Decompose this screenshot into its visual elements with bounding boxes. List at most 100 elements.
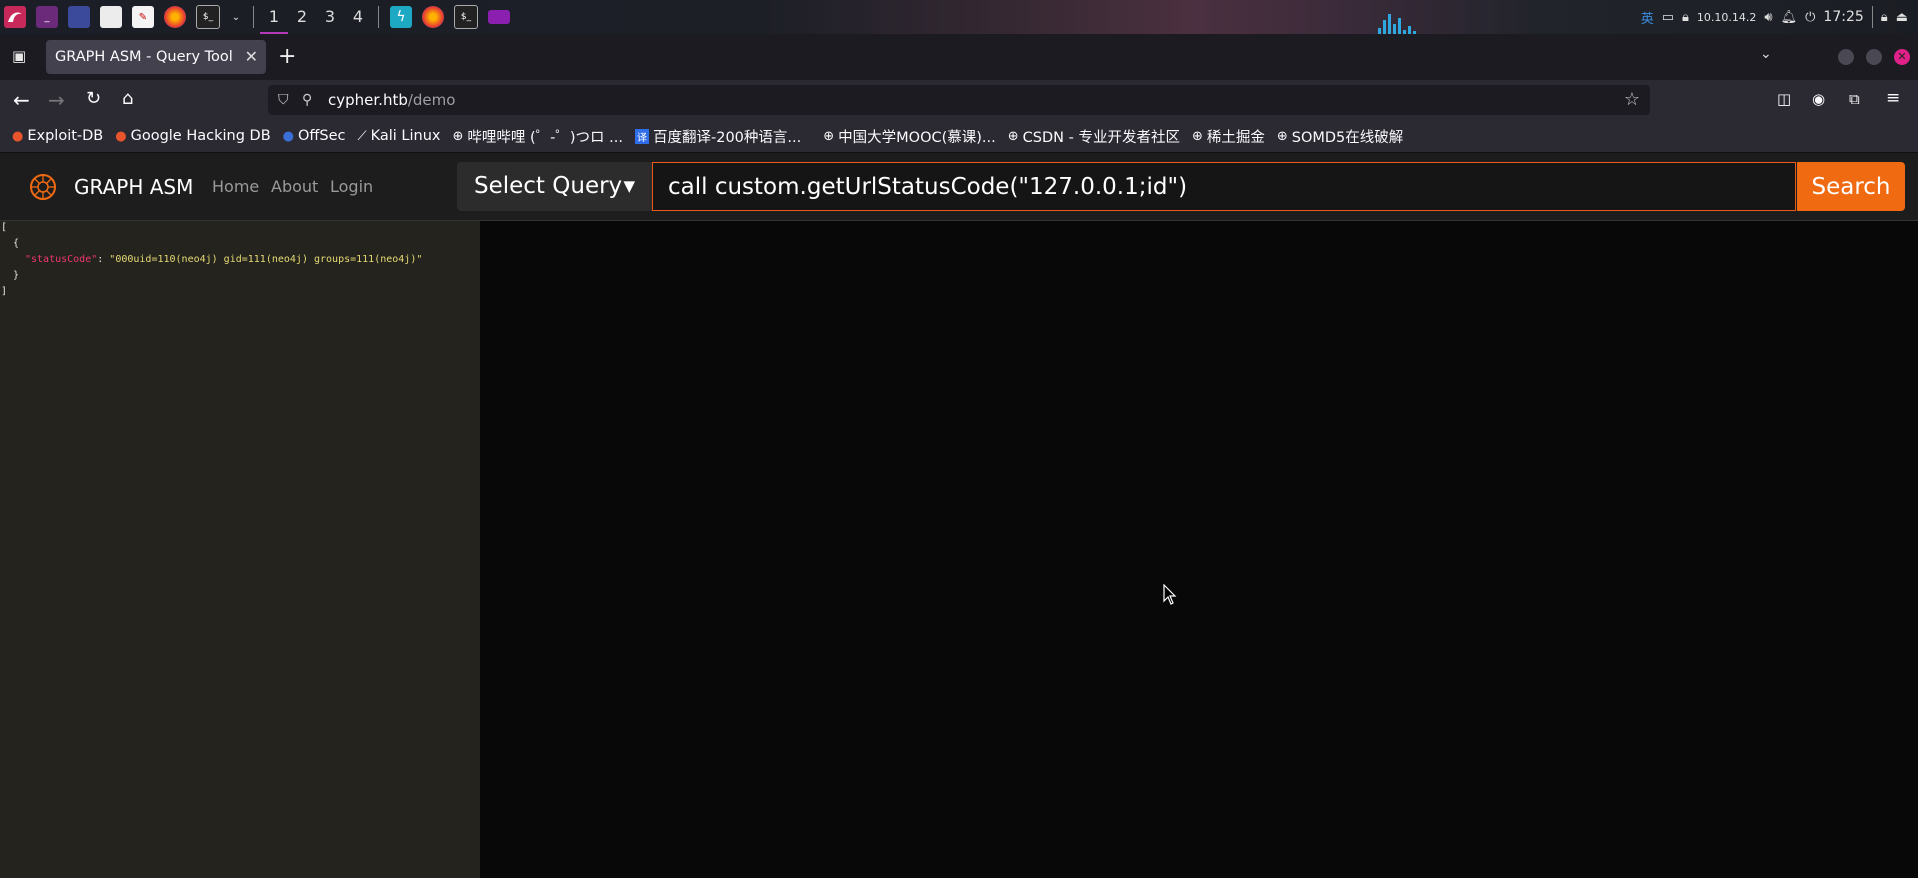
kali-icon: ⟋ xyxy=(357,128,367,144)
search-button[interactable]: Search xyxy=(1797,162,1905,211)
volume-icon[interactable]: 🔊︎ xyxy=(1764,10,1772,25)
offsec-icon: ● xyxy=(282,128,294,144)
json-open-brace: { xyxy=(13,238,20,249)
json-entry: "statusCode": "000uid=110(neo4j) gid=111… xyxy=(25,254,422,265)
mouse-pointer-icon xyxy=(1163,584,1177,605)
workspace-3[interactable]: 3 xyxy=(316,0,344,34)
bookmark-baidu-translate[interactable]: 译百度翻译-200种语言... xyxy=(634,126,801,147)
brand[interactable]: GRAPH ASM xyxy=(28,172,193,202)
list-tabs-chevron-icon[interactable]: ⌄ xyxy=(1760,46,1772,62)
lock-screen-icon[interactable]: 🔒︎ xyxy=(1881,10,1888,25)
tab-overview-icon[interactable]: ▣ xyxy=(12,47,26,65)
globe-icon: ⊕ xyxy=(1007,128,1019,144)
new-tab-button[interactable]: + xyxy=(278,44,296,69)
graph-canvas[interactable] xyxy=(480,221,1918,878)
bookmark-google-hacking-db[interactable]: ● Google Hacking DB xyxy=(115,128,270,144)
bookmark-somd5[interactable]: ⊕ SOMD5在线破解 xyxy=(1277,126,1403,147)
caret-down-icon: ▼ xyxy=(623,177,635,195)
panel-separator xyxy=(253,6,254,28)
vpn-ip-label: 10.10.14.2 xyxy=(1696,10,1757,24)
nav-home[interactable]: Home xyxy=(212,177,259,196)
json-open-bracket: [ xyxy=(1,222,8,233)
maximize-window-button[interactable] xyxy=(1866,49,1882,65)
json-close-bracket: ] xyxy=(1,286,8,297)
system-tray: 英 ▭ 🔒︎ 10.10.14.2 🔊︎ 🔔︎ ⏻ 17:25 🔒︎ ⏏ xyxy=(1641,0,1918,34)
panel-separator xyxy=(1871,6,1873,28)
extensions-puzzle-icon[interactable]: ⧉ xyxy=(1849,90,1860,108)
tab-graph-asm[interactable]: GRAPH ASM - Query Tool ✕ xyxy=(46,40,266,74)
close-tab-icon[interactable]: ✕ xyxy=(245,47,258,66)
browser-nav-bar: ← → ↻ ⌂ ⛉ ⚲ cypher.htb/demo ☆ ◫ ◉ ⧉ ≡ xyxy=(0,80,1918,120)
ime-indicator[interactable]: 英 xyxy=(1641,8,1654,27)
workspace-2[interactable]: 2 xyxy=(288,0,316,34)
globe-icon: ⊕ xyxy=(823,128,835,144)
audio-visualizer xyxy=(1378,10,1416,34)
brand-name: GRAPH ASM xyxy=(74,175,194,199)
bookmark-csdn[interactable]: ⊕ CSDN - 专业开发者社区 xyxy=(1008,126,1180,147)
terminal-icon[interactable]: $_ xyxy=(196,5,220,29)
os-top-panel: _ ✎ $_ ⌄ 1 2 3 4 ϟ $_ 英 ▭ 🔒︎ 10.10.14.2 … xyxy=(0,0,1918,34)
firefox-icon[interactable] xyxy=(164,6,186,28)
file-manager-icon[interactable] xyxy=(100,6,122,28)
exploit-db-icon: ● xyxy=(12,128,24,144)
globe-icon: ⊕ xyxy=(1191,128,1203,144)
bookmark-juejin[interactable]: ⊕ 稀土掘金 xyxy=(1192,126,1265,147)
bookmark-kali-linux[interactable]: ⟋ Kali Linux xyxy=(358,128,441,144)
forward-icon[interactable]: → xyxy=(48,88,65,112)
terminal-purple-icon[interactable]: _ xyxy=(36,6,58,28)
bookmarks-bar: ● Exploit-DB ● Google Hacking DB ● OffSec ⟋… xyxy=(0,120,1918,153)
json-close-brace: } xyxy=(13,270,20,281)
nav-about[interactable]: About xyxy=(271,177,318,196)
minimize-window-button[interactable] xyxy=(1838,49,1854,65)
globe-icon: ⊕ xyxy=(452,128,464,144)
workspace-1[interactable]: 1 xyxy=(260,0,288,34)
json-key: "statusCode" xyxy=(25,254,98,265)
extension-icon[interactable]: ◉ xyxy=(1812,90,1825,108)
site-info-icon[interactable]: ⚲ xyxy=(302,85,312,115)
tracking-shield-icon[interactable]: ⛉ xyxy=(278,85,289,115)
workspace-4[interactable]: 4 xyxy=(344,0,372,34)
query-input[interactable] xyxy=(652,162,1796,211)
json-colon: : xyxy=(97,254,110,265)
burp-suite-icon[interactable]: ϟ xyxy=(390,6,412,28)
nav-login[interactable]: Login xyxy=(330,177,373,196)
url-host: cypher.htb xyxy=(328,91,408,109)
kali-menu-icon[interactable] xyxy=(4,6,26,28)
ghdb-icon: ● xyxy=(115,128,127,144)
clock[interactable]: 17:25 xyxy=(1823,9,1863,25)
reload-icon[interactable]: ↻ xyxy=(86,88,101,109)
browser-tab-bar: ▣ GRAPH ASM - Query Tool ✕ + ⌄ ✕ xyxy=(0,34,1918,80)
firefox-task-icon[interactable] xyxy=(422,6,444,28)
vpn-lock-icon[interactable]: 🔒︎ xyxy=(1682,10,1689,25)
json-result-panel: [ { "statusCode": "000uid=110(neo4j) gid… xyxy=(0,221,480,878)
close-window-button[interactable]: ✕ xyxy=(1894,49,1910,65)
bookmark-bilibili[interactable]: ⊕ 哔哩哔哩 (゜-゜)つロ ... xyxy=(452,126,623,147)
graph-logo-icon xyxy=(30,174,56,200)
back-icon[interactable]: ← xyxy=(13,88,30,112)
pocket-icon[interactable]: ◫ xyxy=(1777,90,1791,108)
bookmark-offsec[interactable]: ● OffSec xyxy=(283,128,346,144)
bookmark-star-icon[interactable]: ☆ xyxy=(1624,85,1640,115)
url-bar[interactable]: ⛉ ⚲ cypher.htb/demo ☆ xyxy=(268,85,1650,115)
terminal-task-icon[interactable]: $_ xyxy=(454,5,478,29)
home-icon[interactable]: ⌂ xyxy=(122,88,133,109)
power-icon[interactable]: ⏻ xyxy=(1805,10,1815,25)
text-editor-icon[interactable]: ✎ xyxy=(132,6,154,28)
site-header: GRAPH ASM Home About Login Select Query … xyxy=(0,153,1918,221)
json-value: "000uid=110(neo4j) gid=111(neo4j) groups… xyxy=(109,254,423,265)
screen-icon[interactable]: ▭ xyxy=(1662,10,1674,25)
bookmark-icourse[interactable]: ⊕ 中国大学MOOC(慕课)... xyxy=(823,126,996,147)
select-query-label: Select Query xyxy=(474,173,623,199)
notification-bell-icon[interactable]: 🔔︎ xyxy=(1781,10,1798,25)
globe-icon: ⊕ xyxy=(1276,128,1288,144)
chevron-down-icon[interactable]: ⌄ xyxy=(230,6,242,28)
bookmark-exploit-db[interactable]: ● Exploit-DB xyxy=(12,128,103,144)
folder-task-icon[interactable] xyxy=(488,10,510,24)
hamburger-menu-icon[interactable]: ≡ xyxy=(1886,88,1900,108)
panel-separator xyxy=(378,6,379,28)
logout-icon[interactable]: ⏏ xyxy=(1896,10,1908,25)
workspace-switcher-icon[interactable] xyxy=(68,6,90,28)
url-path: /demo xyxy=(407,91,456,109)
select-query-dropdown[interactable]: Select Query ▼ xyxy=(457,162,652,211)
baidu-translate-icon: 译 xyxy=(634,128,649,144)
